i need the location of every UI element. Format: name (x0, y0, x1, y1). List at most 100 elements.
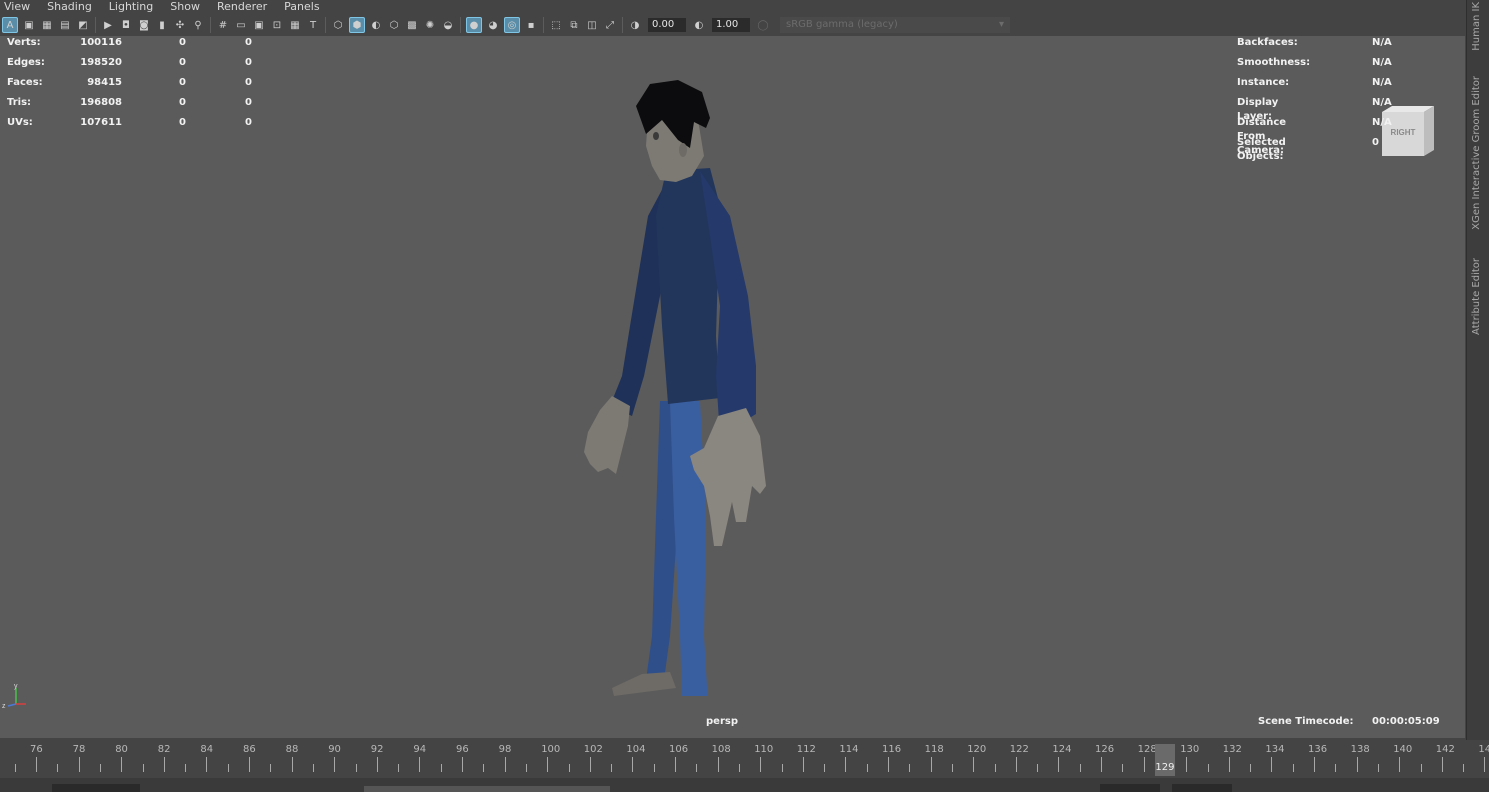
camera-name: persp (706, 716, 738, 727)
frame-tick (57, 764, 59, 772)
timecode-label: Scene Timecode: (1258, 716, 1354, 727)
menu-panels[interactable]: Panels (284, 0, 319, 14)
hud-value: 0 (179, 77, 186, 88)
frame-tick (185, 764, 187, 772)
view-transform-icon[interactable]: ◯ (756, 18, 770, 32)
xray-icon[interactable]: ⧉ (567, 18, 581, 32)
range-slider[interactable] (364, 786, 610, 792)
end-field[interactable] (1100, 784, 1160, 792)
field-chart-icon[interactable]: ▭ (234, 18, 248, 32)
hud-label: Edges: (7, 57, 45, 68)
frame-tick (1292, 764, 1294, 772)
wireframe-on-shaded-icon[interactable]: ⬡ (387, 18, 401, 32)
svg-text:z: z (2, 703, 6, 710)
colorspace-value: sRGB gamma (legacy) (786, 19, 898, 30)
character-model[interactable] (570, 76, 780, 696)
toolbar-divider (622, 17, 623, 33)
frame-label: 124 (1052, 744, 1072, 755)
hud-value: N/A (1372, 57, 1392, 68)
time-slider[interactable]: 76 78 80 82 84 86 88 90 92 94 96 98 100 102 104 106 108 1… (0, 740, 1489, 778)
svg-text:y: y (14, 683, 18, 690)
safe-action-icon[interactable]: ▣ (252, 18, 266, 32)
text-icon[interactable]: T (306, 18, 320, 32)
menu-show[interactable]: Show (170, 0, 200, 14)
eye (653, 132, 659, 140)
menu-view[interactable]: View (4, 0, 30, 14)
grid-icon[interactable]: # (216, 18, 230, 32)
tab-human-ik[interactable]: Human IK (1471, 2, 1482, 51)
camera-attributes-icon[interactable]: ▣ (22, 18, 36, 32)
gate-mask-icon[interactable]: ⚲ (191, 18, 205, 32)
frame-tick (1271, 757, 1273, 772)
frame-label: 128 (1137, 744, 1157, 755)
xray-active-icon[interactable]: ⤢ (603, 18, 617, 32)
axis-gizmo: y z (2, 683, 26, 710)
frame-tick (398, 764, 400, 772)
depth-of-field-icon[interactable]: ▪ (524, 18, 538, 32)
textured-icon[interactable]: ▩ (405, 18, 419, 32)
frame-tick (462, 757, 463, 772)
hud-value: 0 (1372, 137, 1379, 148)
gamma-icon[interactable]: ◐ (692, 18, 706, 32)
frame-tick (632, 757, 634, 772)
frame-tick (99, 764, 101, 772)
hud-label: Smoothness: (1237, 57, 1311, 68)
hud-row-edges: Edges: (7, 56, 45, 70)
camera-sequence-icon[interactable]: ◙ (137, 18, 151, 32)
view-cube-label: RIGHT (1391, 128, 1416, 137)
camera-icon[interactable]: ◘ (119, 18, 133, 32)
xray-joints-icon[interactable]: ◫ (585, 18, 599, 32)
range-field[interactable] (52, 784, 140, 792)
3d-viewport[interactable]: Verts: Edges: Faces: Tris: UVs: 100116 1… (0, 36, 1465, 738)
colorspace-dropdown[interactable]: sRGB gamma (legacy) ▾ (780, 17, 1010, 33)
safe-title-icon[interactable]: ⊡ (270, 18, 284, 32)
hud-value: 0 (179, 37, 186, 48)
isolate-select-icon[interactable]: ⬚ (549, 18, 563, 32)
exposure-icon[interactable]: ◑ (628, 18, 642, 32)
menu-renderer[interactable]: Renderer (217, 0, 267, 14)
frame-tick (1377, 764, 1379, 772)
hud-value: 0 (245, 37, 252, 48)
current-frame-marker[interactable]: 129 (1154, 744, 1175, 776)
toolbar-divider (95, 17, 96, 33)
frame-label: 88 (285, 744, 299, 755)
menu-lighting[interactable]: Lighting (109, 0, 153, 14)
screen-space-ao-icon[interactable]: ● (466, 17, 482, 33)
anti-aliasing-icon[interactable]: ◎ (504, 17, 520, 33)
exposure-field[interactable]: 0.00 (648, 18, 686, 32)
playback-field[interactable] (1172, 784, 1232, 792)
shadows-icon[interactable]: ◒ (441, 18, 455, 32)
current-frame-label: 129 (1155, 762, 1175, 773)
motion-blur-icon[interactable]: ◕ (486, 18, 500, 32)
lights-icon[interactable]: ✺ (423, 18, 437, 32)
bookmark-icon[interactable]: ▦ (40, 18, 54, 32)
resolution-gate-icon[interactable]: ✣ (173, 18, 187, 32)
hud-value: 107611 (80, 117, 122, 128)
frame-tick (547, 757, 549, 772)
frame-label: 92 (370, 744, 384, 755)
frame-label: 114 (839, 744, 859, 755)
select-camera-icon[interactable]: A (2, 17, 18, 33)
image-plane-icon[interactable]: ▤ (58, 18, 72, 32)
wireframe-icon[interactable]: ⬡ (331, 18, 345, 32)
view-cube[interactable]: RIGHT (1378, 106, 1436, 158)
frame-label: 136 (1308, 744, 1328, 755)
toolbar-divider (543, 17, 544, 33)
frame-tick (78, 757, 80, 772)
hud-value: 0 (179, 57, 186, 68)
smooth-shade-icon[interactable]: ⬢ (349, 17, 365, 33)
hud-row-faces: Faces: (7, 76, 43, 90)
lock-camera-icon[interactable]: ▶ (101, 18, 115, 32)
film-gate-icon[interactable]: ▮ (155, 18, 169, 32)
menu-shading[interactable]: Shading (47, 0, 92, 14)
hud-label: Faces: (7, 77, 43, 88)
gamma-field[interactable]: 1.00 (712, 18, 750, 32)
timecode-value: 00:00:05:09 (1372, 716, 1440, 727)
tab-xgen-groom-editor[interactable]: XGen Interactive Groom Editor (1471, 76, 1482, 230)
two-d-pan-icon[interactable]: ◩ (76, 18, 90, 32)
tab-attribute-editor[interactable]: Attribute Editor (1471, 258, 1482, 335)
frame-tick (888, 757, 889, 772)
hud-icon[interactable]: ▦ (288, 18, 302, 32)
frame-label: 142 (1435, 744, 1455, 755)
default-material-icon[interactable]: ◐ (369, 18, 383, 32)
